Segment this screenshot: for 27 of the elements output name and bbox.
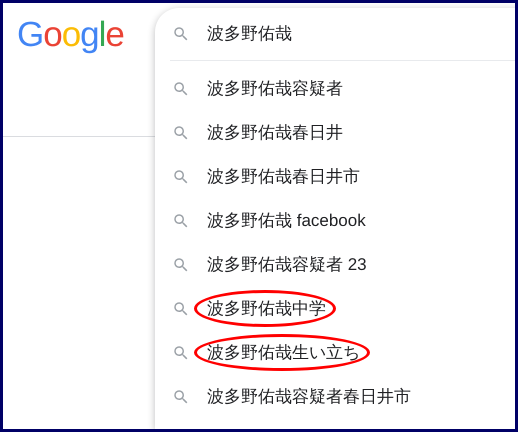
search-icon	[172, 124, 190, 142]
suggestion-item[interactable]: 波多野佑哉春日井	[155, 111, 515, 155]
search-icon	[172, 212, 190, 230]
search-icon	[172, 80, 190, 98]
search-icon	[172, 388, 190, 406]
suggestion-item[interactable]: 波多野佑哉容疑者 23	[155, 243, 515, 287]
suggestion-item[interactable]: 波多野佑哉中学	[155, 287, 515, 331]
suggestion-text: 波多野佑哉 facebook	[207, 211, 366, 230]
suggestion-text: 波多野佑哉春日井	[207, 123, 343, 142]
search-icon	[172, 344, 190, 362]
search-icon	[172, 300, 190, 318]
suggestion-item[interactable]: 波多野佑哉容疑者春日井市	[155, 375, 515, 419]
suggestion-text: 波多野佑哉中学	[207, 299, 326, 318]
suggestion-item[interactable]: 波多野佑哉春日井市	[155, 155, 515, 199]
suggestion-text: 波多野佑哉容疑者 23	[207, 255, 367, 274]
search-field[interactable]: 波多野佑哉	[207, 21, 515, 47]
search-icon	[172, 168, 190, 186]
google-logo[interactable]: Google	[17, 17, 124, 52]
suggestion-text: 波多野佑哉春日井市	[207, 167, 360, 186]
suggestion-text: 波多野佑哉容疑者春日井市	[207, 387, 411, 406]
suggestion-item[interactable]: 波多野佑哉容疑者	[155, 67, 515, 111]
search-icon	[172, 256, 190, 274]
suggestion-text: 波多野佑哉容疑者	[207, 79, 343, 98]
search-icon	[172, 25, 190, 43]
suggestion-item[interactable]: 波多野佑哉生い立ち	[155, 331, 515, 375]
suggestion-text: 波多野佑哉生い立ち	[207, 343, 360, 362]
suggestion-item[interactable]: 波多野佑哉 facebook	[155, 199, 515, 243]
